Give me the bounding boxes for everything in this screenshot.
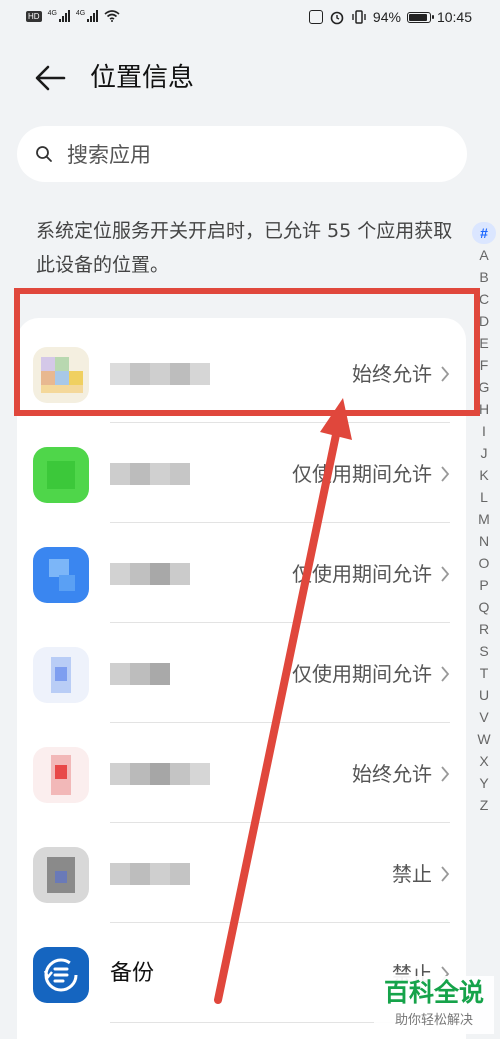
blurred-app-icon bbox=[33, 547, 89, 603]
watermark-logo: 百科全说 助你轻松解决 bbox=[374, 976, 494, 1034]
status-bar: HD 4G 4G 94% 10:45 bbox=[0, 0, 500, 38]
clock: 10:45 bbox=[436, 9, 472, 25]
battery-percent: 94% bbox=[372, 9, 401, 25]
index-letter[interactable]: O bbox=[472, 552, 496, 574]
search-input[interactable] bbox=[65, 134, 449, 176]
permission-status: 禁止 bbox=[392, 862, 432, 886]
index-letter[interactable]: D bbox=[472, 310, 496, 332]
hd-badge: HD bbox=[26, 10, 42, 22]
index-letter[interactable]: Q bbox=[472, 596, 496, 618]
chevron-right-icon bbox=[441, 466, 450, 482]
vibrate-icon bbox=[352, 10, 366, 24]
signal-icon: 4G bbox=[48, 10, 70, 22]
chevron-right-icon bbox=[441, 766, 450, 782]
nfc-icon bbox=[308, 10, 323, 24]
index-letter[interactable]: M bbox=[472, 508, 496, 530]
blurred-app-name bbox=[110, 563, 190, 585]
index-letter[interactable]: K bbox=[472, 464, 496, 486]
signal-icon-2: 4G bbox=[75, 10, 99, 22]
app-row[interactable]: 禁止 bbox=[17, 823, 466, 923]
index-letter[interactable]: G bbox=[472, 376, 496, 398]
blurred-app-name bbox=[110, 663, 170, 685]
watermark-subtitle: 助你轻松解决 bbox=[394, 1013, 473, 1028]
index-letter[interactable]: B bbox=[472, 266, 496, 288]
index-letter[interactable]: C bbox=[472, 288, 496, 310]
index-letter[interactable]: W bbox=[472, 728, 496, 750]
index-letter[interactable]: J bbox=[472, 442, 496, 464]
network-type: 4G bbox=[47, 10, 57, 17]
permission-status: 始终允许 bbox=[352, 762, 432, 786]
blurred-app-name bbox=[110, 463, 190, 485]
status-right: 94% 10:45 bbox=[308, 9, 472, 25]
network-type-2: 4G bbox=[75, 10, 86, 17]
battery-fill bbox=[408, 13, 427, 21]
index-letter[interactable]: E bbox=[472, 332, 496, 354]
app-row[interactable]: 始终允许 bbox=[17, 723, 466, 823]
app-row[interactable]: 始终允许 bbox=[17, 323, 466, 423]
blurred-app-icon bbox=[33, 847, 89, 903]
index-letter[interactable]: S bbox=[472, 640, 496, 662]
index-letter[interactable]: Z bbox=[472, 794, 496, 816]
app-row[interactable]: 仅使用期间允许 bbox=[17, 623, 466, 723]
index-letter[interactable]: N bbox=[472, 530, 496, 552]
blurred-app-name bbox=[110, 863, 190, 885]
index-letter[interactable]: I bbox=[472, 420, 496, 442]
chevron-right-icon bbox=[441, 666, 450, 682]
alarm-icon bbox=[330, 11, 344, 25]
chevron-right-icon bbox=[441, 866, 450, 882]
back-button[interactable] bbox=[30, 58, 70, 98]
index-letter[interactable]: F bbox=[472, 354, 496, 376]
chevron-right-icon bbox=[441, 566, 450, 582]
permission-status: 仅使用期间允许 bbox=[292, 562, 432, 586]
search-icon bbox=[36, 146, 52, 162]
alphabet-index-bar[interactable]: # A B C D E F G H I J K L M N O P Q R S T U V W X Y Z bbox=[472, 222, 496, 816]
backup-glyph-icon bbox=[43, 958, 78, 992]
search-box[interactable] bbox=[17, 126, 467, 182]
permission-status: 始终允许 bbox=[352, 362, 432, 386]
permission-status: 仅使用期间允许 bbox=[292, 462, 432, 486]
back-arrow-icon bbox=[35, 65, 66, 91]
blurred-app-icon bbox=[33, 447, 89, 503]
chevron-right-icon bbox=[441, 366, 450, 382]
index-letter[interactable]: X bbox=[472, 750, 496, 772]
index-letter[interactable]: # bbox=[472, 222, 496, 244]
blurred-app-icon bbox=[33, 647, 89, 703]
index-letter[interactable]: A bbox=[472, 244, 496, 266]
index-letter[interactable]: V bbox=[472, 706, 496, 728]
index-letter[interactable]: P bbox=[472, 574, 496, 596]
blurred-app-icon bbox=[33, 347, 89, 403]
blurred-app-name bbox=[110, 763, 210, 785]
battery-icon bbox=[406, 11, 434, 23]
location-description: 系统定位服务开关开启时，已允许 55 个应用获取此设备的位置。 bbox=[36, 220, 453, 276]
app-name: 备份 bbox=[110, 961, 155, 986]
status-left: HD 4G 4G bbox=[26, 10, 120, 22]
index-letter[interactable]: R bbox=[472, 618, 496, 640]
index-letter[interactable]: H bbox=[472, 398, 496, 420]
blurred-app-icon bbox=[33, 747, 89, 803]
index-letter[interactable]: T bbox=[472, 662, 496, 684]
wifi-icon bbox=[104, 10, 120, 22]
app-list: 始终允许 仅使用期间允许 仅使用期间允许 仅使用期间允许 始终允许 禁止 备份 … bbox=[17, 318, 466, 1039]
index-letter[interactable]: L bbox=[472, 486, 496, 508]
watermark-title: 百科全说 bbox=[383, 978, 484, 1007]
blurred-app-name bbox=[110, 363, 210, 385]
permission-status: 仅使用期间允许 bbox=[292, 662, 432, 686]
index-letter[interactable]: Y bbox=[472, 772, 496, 794]
page-title: 位置信息 bbox=[90, 63, 195, 93]
index-letter[interactable]: U bbox=[472, 684, 496, 706]
app-row[interactable]: 仅使用期间允许 bbox=[17, 423, 466, 523]
app-row[interactable]: 仅使用期间允许 bbox=[17, 523, 466, 623]
backup-icon bbox=[33, 947, 89, 1003]
